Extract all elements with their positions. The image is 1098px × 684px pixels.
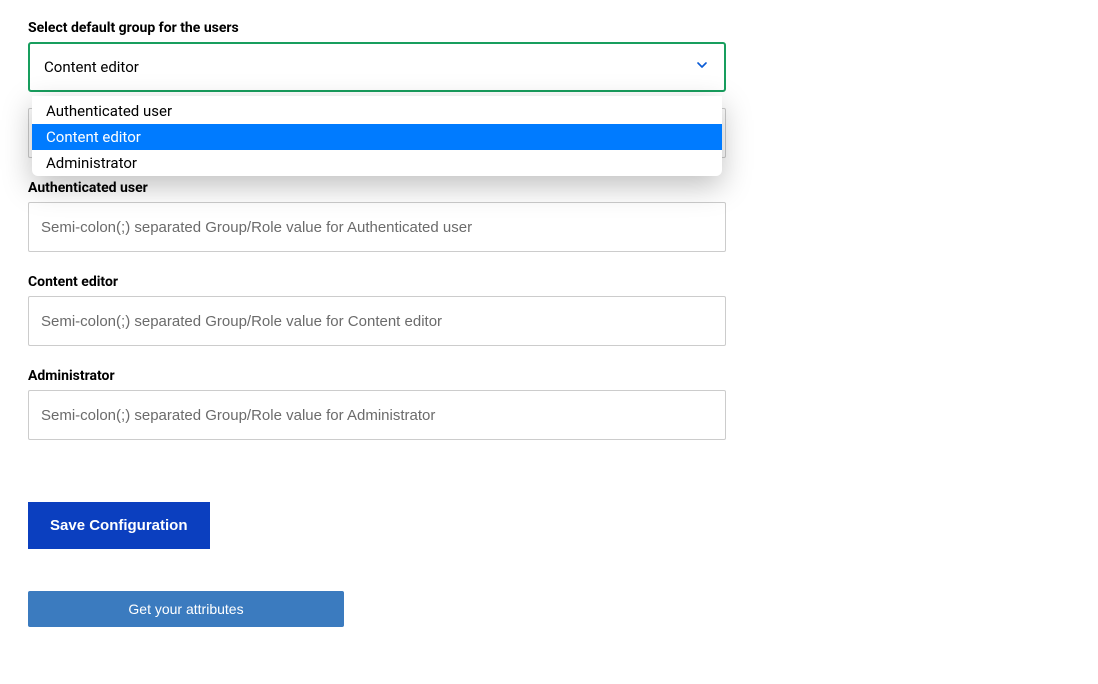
- chevron-down-icon: [694, 57, 710, 77]
- administrator-input[interactable]: [28, 390, 726, 440]
- dropdown-option-content-editor[interactable]: Content editor: [32, 124, 722, 150]
- dropdown-option-administrator[interactable]: Administrator: [32, 150, 722, 176]
- default-group-dropdown: Authenticated user Content editor Admini…: [32, 96, 722, 176]
- authenticated-user-label: Authenticated user: [28, 180, 726, 196]
- save-configuration-button[interactable]: Save Configuration: [28, 502, 210, 549]
- content-editor-input[interactable]: [28, 296, 726, 346]
- authenticated-user-field: Authenticated user: [28, 180, 726, 252]
- default-group-field: Select default group for the users Conte…: [28, 20, 726, 92]
- content-editor-field: Content editor: [28, 274, 726, 346]
- content-editor-label: Content editor: [28, 274, 726, 290]
- dropdown-option-authenticated[interactable]: Authenticated user: [32, 98, 722, 124]
- administrator-field: Administrator: [28, 368, 726, 440]
- get-attributes-button[interactable]: Get your attributes: [28, 591, 344, 627]
- default-group-label: Select default group for the users: [28, 20, 726, 36]
- default-group-select[interactable]: Content editor: [28, 42, 726, 92]
- default-group-selected-value: Content editor: [44, 58, 139, 76]
- default-group-select-wrapper: Content editor Authenticated user Conten…: [28, 42, 726, 92]
- authenticated-user-input[interactable]: [28, 202, 726, 252]
- form-container: Select default group for the users Conte…: [28, 20, 726, 627]
- administrator-label: Administrator: [28, 368, 726, 384]
